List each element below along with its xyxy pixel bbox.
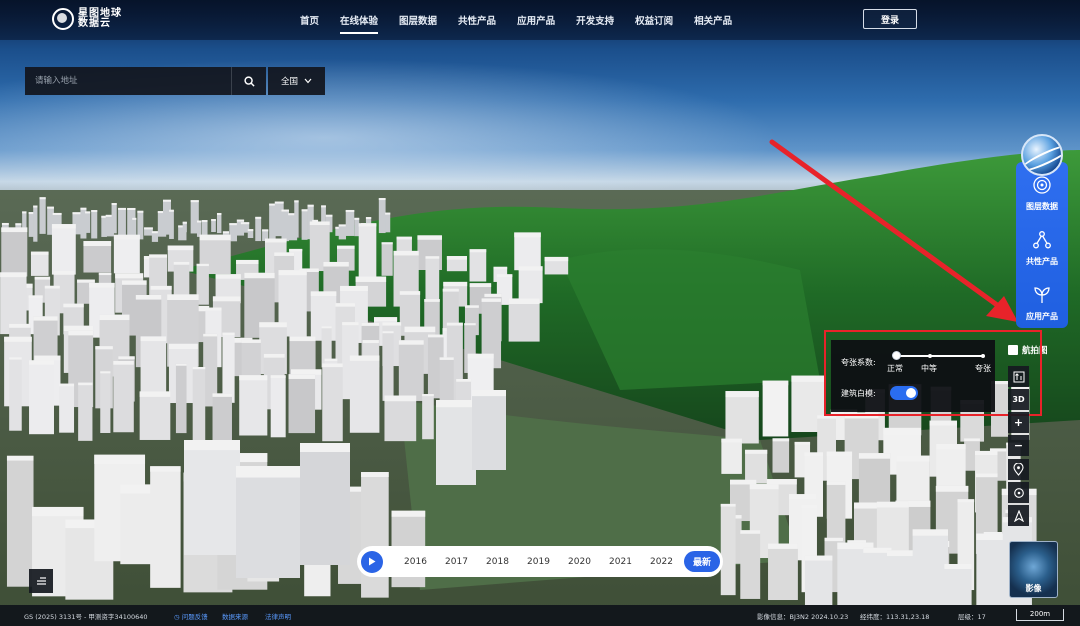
logo-line2: 数据云 bbox=[78, 18, 111, 29]
planet-logo-icon bbox=[52, 8, 74, 30]
region-scope-dropdown[interactable]: 全国 bbox=[268, 67, 325, 95]
chevron-down-icon bbox=[304, 78, 312, 84]
nav-layer-data[interactable]: 图层数据 bbox=[399, 13, 437, 27]
sprout-icon bbox=[1034, 287, 1050, 303]
map-pin-icon bbox=[1013, 463, 1024, 476]
login-button[interactable]: 登录 bbox=[863, 9, 917, 29]
side-item-application-products[interactable]: 应用产品 bbox=[1016, 272, 1068, 327]
nav-dev-support[interactable]: 开发支持 bbox=[576, 13, 614, 27]
year-2016[interactable]: 2016 bbox=[395, 557, 436, 567]
region-scope-label: 全国 bbox=[280, 77, 298, 87]
main-nav: 首页 在线体验 图层数据 共性产品 应用产品 开发支持 权益订阅 相关产品 bbox=[300, 0, 753, 40]
nav-subscription[interactable]: 权益订阅 bbox=[635, 13, 673, 27]
compass-north-icon bbox=[1013, 509, 1024, 522]
nav-common-products[interactable]: 共性产品 bbox=[458, 13, 496, 27]
nav-application-products[interactable]: 应用产品 bbox=[517, 13, 555, 27]
share-nodes-icon bbox=[1033, 231, 1051, 249]
zoom-level-text: 层级：17 bbox=[958, 613, 986, 621]
side-item-common-products[interactable]: 共性产品 bbox=[1016, 217, 1068, 272]
plus-icon: + bbox=[1013, 416, 1024, 429]
feedback-icon: ◷ bbox=[174, 613, 182, 621]
search-button[interactable] bbox=[231, 67, 266, 95]
map-license-text: GS (2025) 3131号 - 甲测资字34100640 bbox=[24, 613, 148, 621]
scale-bar: 200m bbox=[1016, 609, 1064, 621]
nav-online-experience[interactable]: 在线体验 bbox=[340, 13, 379, 34]
year-2021[interactable]: 2021 bbox=[600, 557, 641, 567]
nav-home[interactable]: 首页 bbox=[300, 13, 319, 27]
brand-logo[interactable]: 星图地球 数据云 bbox=[52, 8, 122, 30]
year-timeline: 2016 2017 2018 2019 2020 2021 2022 最新 bbox=[357, 546, 723, 577]
year-2022[interactable]: 2022 bbox=[641, 557, 682, 567]
side-item-label: 共性产品 bbox=[1026, 257, 1058, 266]
legal-link[interactable]: 法律声明 bbox=[265, 611, 291, 621]
year-latest-button[interactable]: 最新 bbox=[684, 551, 721, 572]
year-2017[interactable]: 2017 bbox=[436, 557, 477, 567]
data-source-link[interactable]: 数据来源 bbox=[222, 611, 248, 621]
compass-button[interactable] bbox=[1008, 505, 1029, 526]
year-2018[interactable]: 2018 bbox=[477, 557, 518, 567]
side-item-label: 应用产品 bbox=[1026, 312, 1058, 321]
status-bar: GS (2025) 3131号 - 甲测资字34100640 ◷ 问题反馈 数据… bbox=[0, 605, 1080, 626]
exaggeration-tool-button[interactable] bbox=[1008, 366, 1029, 387]
imagery-basemap-switch[interactable]: 影像 bbox=[1009, 541, 1058, 598]
play-button[interactable] bbox=[361, 550, 383, 573]
zoom-out-button[interactable]: − bbox=[1008, 435, 1029, 456]
legend-button[interactable] bbox=[29, 569, 53, 593]
imagery-info-text: 影像信息：BJ3N2 2024.10.23 bbox=[757, 613, 849, 621]
3d-mode-label: 3D bbox=[1012, 395, 1025, 404]
imagery-label: 影像 bbox=[1025, 584, 1042, 593]
feedback-link-label: 问题反馈 bbox=[181, 613, 208, 621]
location-button[interactable] bbox=[1008, 459, 1029, 480]
top-navigation-bar: 星图地球 数据云 首页 在线体验 图层数据 共性产品 应用产品 开发支持 权益订… bbox=[0, 0, 1080, 40]
3d-mode-button[interactable]: 3D bbox=[1008, 389, 1029, 410]
zoom-in-button[interactable]: + bbox=[1008, 412, 1029, 433]
search-icon bbox=[243, 75, 255, 87]
nav-related-products[interactable]: 相关产品 bbox=[694, 13, 732, 27]
address-search-input[interactable] bbox=[25, 67, 231, 95]
year-2020[interactable]: 2020 bbox=[559, 557, 600, 567]
crosshair-icon bbox=[1013, 487, 1024, 498]
minus-icon: − bbox=[1013, 439, 1024, 452]
side-item-label: 图层数据 bbox=[1026, 202, 1058, 211]
locate-me-button[interactable] bbox=[1008, 482, 1029, 503]
right-side-menu: 图层数据 共性产品 应用产品 bbox=[1016, 162, 1068, 328]
logo-text: 星图地球 数据云 bbox=[78, 9, 122, 29]
globe-icon[interactable] bbox=[1021, 134, 1063, 176]
coordinates-text: 经纬度：113.31,23.18 bbox=[860, 613, 930, 621]
feedback-link[interactable]: ◷ 问题反馈 bbox=[174, 611, 208, 621]
list-icon bbox=[36, 577, 46, 585]
terrain-adjust-icon bbox=[1013, 371, 1024, 382]
year-2019[interactable]: 2019 bbox=[518, 557, 559, 567]
address-search: 全国 bbox=[25, 67, 325, 95]
play-icon bbox=[369, 557, 376, 566]
layers-circle-icon bbox=[1033, 176, 1051, 194]
